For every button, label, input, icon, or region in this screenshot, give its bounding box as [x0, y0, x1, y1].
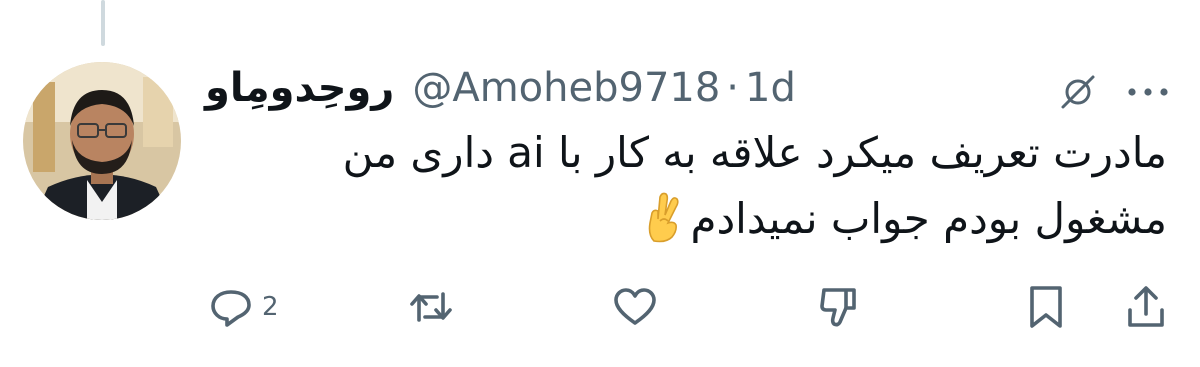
share-button[interactable]	[1124, 284, 1168, 330]
tweet-text: مادرت تعریف میکرد علاقه به کار با ai دار…	[205, 120, 1167, 262]
more-options-button[interactable]	[1122, 66, 1174, 118]
grok-icon	[1061, 75, 1095, 109]
avatar-image	[23, 62, 181, 220]
tweet-text-line-2: مشغول بودم جواب نمیدادم	[205, 186, 1167, 262]
more-icon	[1128, 88, 1168, 96]
header-separator: ·	[726, 65, 740, 111]
bookmark-icon	[1030, 286, 1062, 328]
dislike-button[interactable]	[816, 284, 862, 330]
heart-icon	[614, 288, 656, 325]
retweet-icon	[410, 292, 452, 322]
reply-count: 2	[262, 292, 279, 322]
thumbs-down-icon	[820, 288, 856, 327]
grok-button[interactable]	[1052, 66, 1104, 118]
share-icon	[1128, 286, 1164, 327]
thread-connector-line	[101, 0, 105, 46]
like-button[interactable]	[612, 284, 658, 330]
tweet-header: روحِدومِاو @Amoheb9718 · 1d	[205, 58, 796, 118]
tweet-text-line-2-text: مشغول بودم جواب نمیدادم	[690, 194, 1167, 243]
author-handle[interactable]: @Amoheb9718	[412, 65, 720, 111]
reply-icon	[211, 290, 251, 327]
avatar[interactable]	[23, 62, 181, 220]
retweet-button[interactable]	[408, 284, 454, 330]
bookmark-button[interactable]	[1026, 284, 1066, 330]
tweet-text-line-1: مادرت تعریف میکرد علاقه به کار با ai دار…	[342, 128, 1167, 177]
reply-button[interactable]: 2	[208, 284, 279, 330]
crossed-fingers-emoji	[646, 191, 682, 262]
author-display-name[interactable]: روحِدومِاو	[205, 65, 394, 111]
tweet-timestamp[interactable]: 1d	[745, 65, 796, 111]
